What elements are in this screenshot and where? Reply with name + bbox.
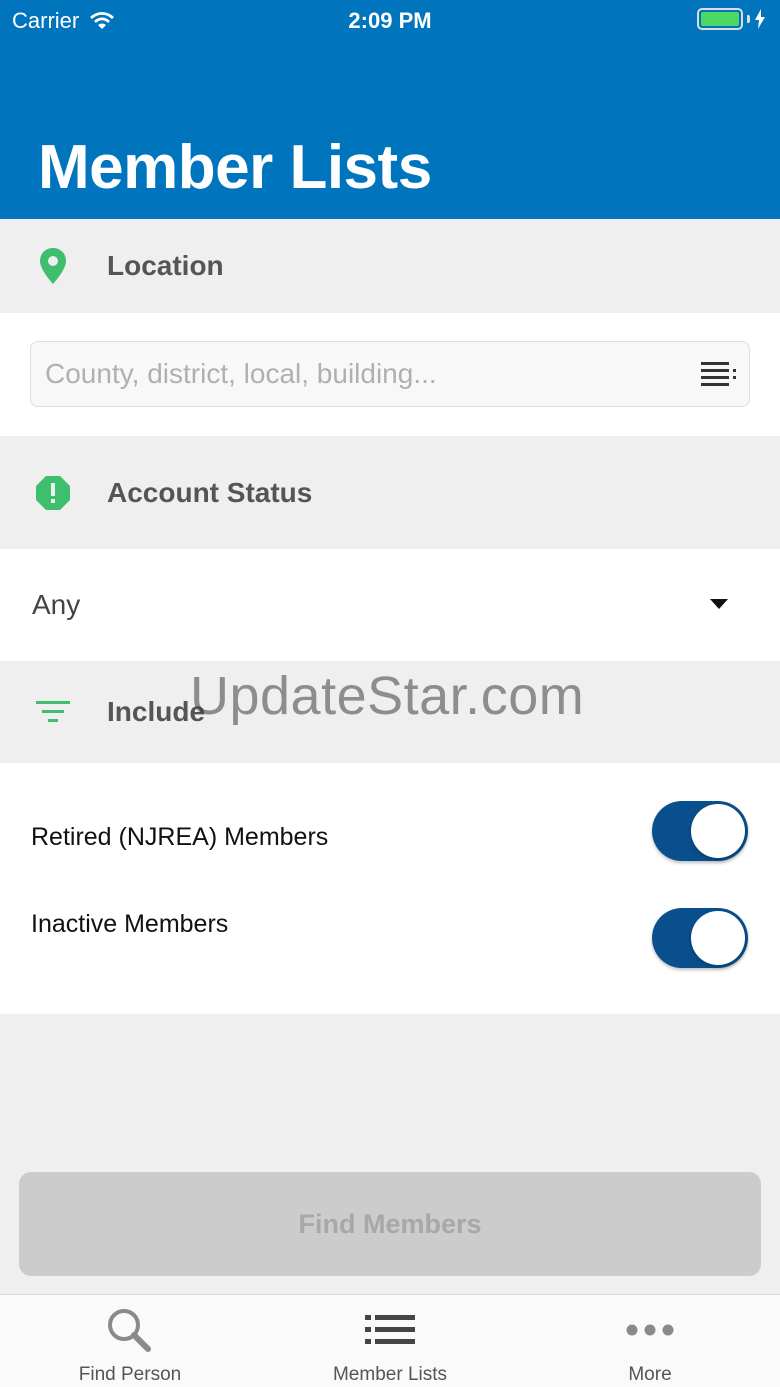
include-heading: Include xyxy=(107,696,206,727)
inactive-members-label: Inactive Members xyxy=(31,910,229,938)
account-status-value: Any xyxy=(32,589,81,620)
alert-octagon-icon xyxy=(34,474,72,512)
tab-find-person[interactable]: Find Person xyxy=(0,1295,260,1387)
status-time: 2:09 PM xyxy=(348,8,432,33)
filter-icon xyxy=(34,693,72,731)
more-icon xyxy=(626,1324,674,1336)
account-status-section-header: Account Status xyxy=(0,436,780,549)
app-header: Carrier 2:09 PM Member Lists xyxy=(0,0,780,219)
find-members-button[interactable]: Find Members xyxy=(19,1172,761,1276)
account-status-heading: Account Status xyxy=(107,476,313,508)
inactive-members-row: Inactive Members xyxy=(0,898,780,978)
tab-more-label: More xyxy=(628,1364,672,1385)
list-picker-icon[interactable] xyxy=(701,360,737,388)
location-search-field[interactable] xyxy=(30,341,750,407)
location-pin-icon xyxy=(34,247,72,285)
tab-more[interactable]: More xyxy=(520,1295,780,1387)
include-section-header: Include xyxy=(0,661,780,763)
inactive-members-toggle[interactable] xyxy=(652,908,748,968)
location-heading: Location xyxy=(107,250,224,281)
retired-members-toggle[interactable] xyxy=(652,801,748,861)
tab-find-person-label: Find Person xyxy=(78,1364,182,1385)
account-status-select[interactable]: Any xyxy=(0,549,780,661)
search-icon xyxy=(108,1309,151,1352)
retired-members-row: Retired (NJREA) Members xyxy=(0,791,780,871)
battery-icon xyxy=(697,8,766,30)
page-title: Member Lists xyxy=(38,133,432,202)
chevron-down-icon xyxy=(710,599,728,609)
charging-icon xyxy=(755,9,765,29)
location-search-input[interactable] xyxy=(45,342,685,406)
tab-bar: Find Person Member Lists More xyxy=(0,1294,780,1387)
status-bar: Carrier 2:09 PM xyxy=(0,0,780,40)
retired-members-label: Retired (NJREA) Members xyxy=(31,823,329,851)
tab-member-lists-label: Member Lists xyxy=(332,1364,448,1385)
location-section-header: Location xyxy=(0,219,780,313)
tab-member-lists[interactable]: Member Lists xyxy=(260,1295,520,1387)
list-icon xyxy=(365,1315,415,1344)
